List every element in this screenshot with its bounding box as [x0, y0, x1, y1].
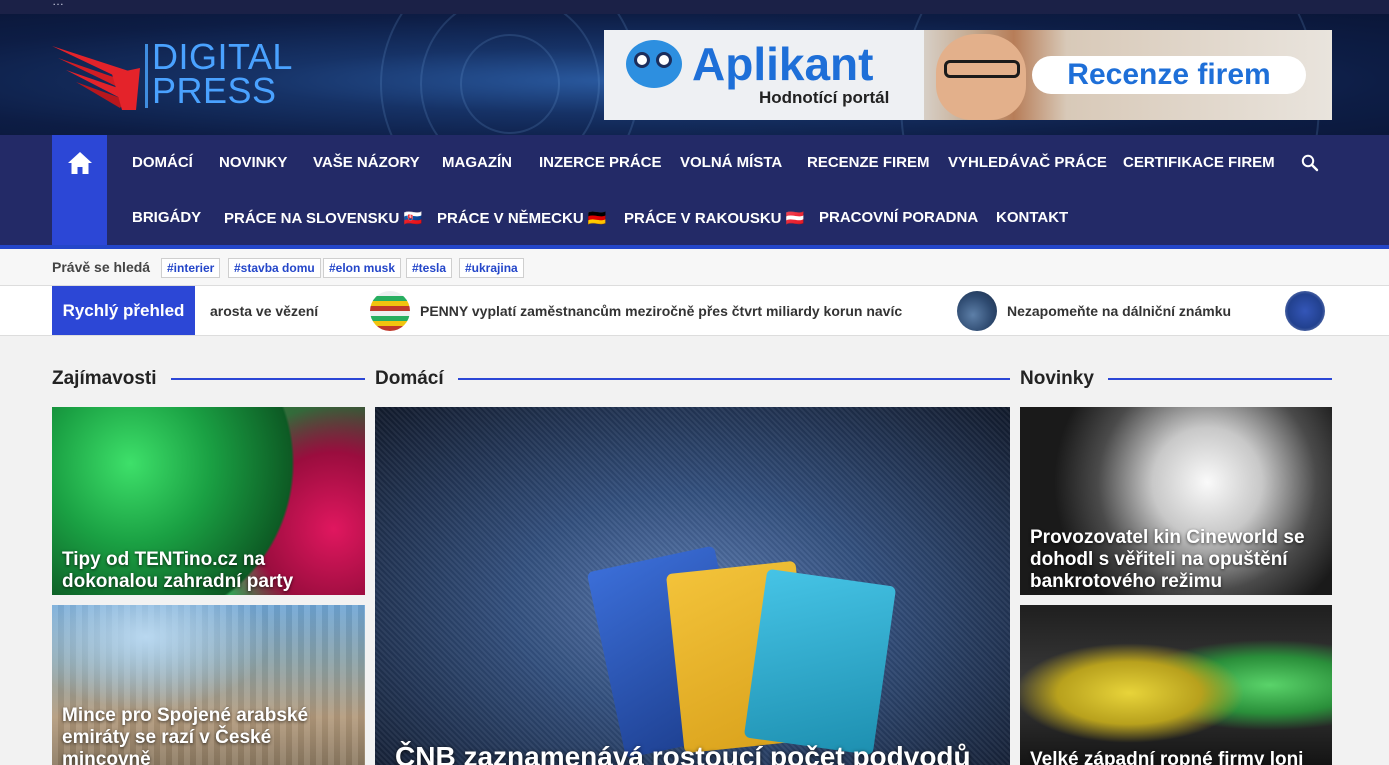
nav-item-vyhledavac-prace[interactable]: VYHLEDÁVAČ PRÁCE [948, 154, 1107, 171]
nav-item-novinky[interactable]: NOVINKY [219, 154, 287, 171]
article-card[interactable]: Velké západní ropné firmy loni [1020, 605, 1332, 765]
trending-tag[interactable]: #tesla [406, 258, 453, 278]
home-button[interactable] [52, 135, 107, 245]
nav-item-pracovni-poradna[interactable]: PRACOVNÍ PORADNA [819, 209, 978, 226]
nav-item-magazin[interactable]: MAGAZÍN [442, 154, 512, 171]
ticker-item[interactable] [1285, 286, 1335, 335]
featured-article-title[interactable]: ČNB zaznamenává rostoucí počet podvodů [395, 741, 990, 765]
nav-item-kontakt[interactable]: KONTAKT [996, 209, 1068, 226]
ticker-thumbnail [370, 291, 410, 331]
nav-item-vase-nazory[interactable]: VAŠE NÁZORY [313, 154, 420, 171]
article-title[interactable]: Provozovatel kin Cineworld se dohodl s v… [1030, 527, 1322, 593]
section-divider [375, 378, 1010, 380]
article-card[interactable]: Tipy od TENTino.cz na dokonalou zahradní… [52, 407, 365, 595]
trending-bar: Právě se hledá #interier #stavba domu #e… [0, 249, 1389, 286]
ticker-item-text: PENNY vyplatí zaměstnancům meziročně pře… [420, 303, 903, 319]
featured-article-card[interactable]: ČNB zaznamenává rostoucí počet podvodů [375, 407, 1010, 765]
trending-tag[interactable]: #interier [161, 258, 221, 278]
nav-item-inzerce-prace[interactable]: INZERCE PRÁCE [539, 154, 662, 171]
article-title[interactable]: Tipy od TENTino.cz na dokonalou zahradní… [62, 549, 355, 593]
trending-tag[interactable]: #stavba domu [228, 258, 321, 278]
ticker-item[interactable]: arosta ve vězení [210, 286, 319, 335]
trending-tag[interactable]: #elon musk [323, 258, 402, 278]
trending-label: Právě se hledá [52, 259, 151, 275]
glasses-shape [944, 60, 1020, 78]
article-title[interactable]: Mince pro Spojené arabské emiráty se raz… [62, 705, 355, 765]
banner-subtitle: Hodnotící portál [759, 88, 890, 107]
article-title[interactable]: Velké západní ropné firmy loni [1030, 749, 1322, 765]
nav-item-prace-na-slovensku[interactable]: PRÁCE NA SLOVENSKU 🇸🇰 [224, 209, 422, 227]
top-bar: … [0, 0, 1389, 14]
section-title-domaci[interactable]: Domácí [375, 368, 458, 390]
banner-brand: Aplikant [692, 38, 874, 90]
article-card[interactable]: Provozovatel kin Cineworld se dohodl s v… [1020, 407, 1332, 595]
home-icon [67, 152, 92, 174]
section-title-novinky[interactable]: Novinky [1020, 368, 1108, 390]
nav-item-prace-v-rakousku[interactable]: PRÁCE V RAKOUSKU 🇦🇹 [624, 209, 804, 227]
search-icon[interactable] [1301, 154, 1319, 172]
ticker-item-text: Nezapomeňte na dálniční známku [1007, 303, 1232, 319]
nav-item-recenze-firem[interactable]: RECENZE FIREM [807, 154, 930, 171]
trending-tag[interactable]: #ukrajina [459, 258, 524, 278]
ticker-item[interactable]: PENNY vyplatí zaměstnancům meziročně pře… [370, 286, 903, 335]
news-ticker: arosta ve vězení PENNY vyplatí zaměstnan… [0, 286, 1389, 336]
logo-text: DIGITAL PRESS [152, 36, 293, 111]
card-photo-shape [743, 568, 897, 756]
ticker-label: Rychlý přehled [52, 286, 195, 335]
nav-item-certifikace-firem[interactable]: CERTIFIKACE FIREM [1123, 154, 1275, 171]
logo-line-1: DIGITAL [152, 36, 293, 77]
nav-item-domaci[interactable]: DOMÁCÍ [132, 154, 193, 171]
nav-item-brigady[interactable]: BRIGÁDY [132, 209, 201, 226]
article-card[interactable]: Mince pro Spojené arabské emiráty se raz… [52, 605, 365, 765]
eu-flag-thumbnail [1285, 291, 1325, 331]
section-title-zajimavosti[interactable]: Zajímavosti [52, 368, 171, 390]
main-nav: DOMÁCÍ NOVINKY VAŠE NÁZORY MAGAZÍN INZER… [0, 135, 1389, 249]
ticker-thumbnail [957, 291, 997, 331]
ticker-item[interactable]: Nezapomeňte na dálniční známku [957, 286, 1232, 335]
nav-item-volna-mista[interactable]: VOLNÁ MÍSTA [680, 154, 782, 171]
site-logo[interactable]: DIGITAL PRESS [52, 36, 312, 114]
logo-line-2: PRESS [152, 70, 277, 111]
banner-cta-button[interactable]: Recenze firem [1032, 56, 1306, 94]
wing-icon [52, 46, 140, 110]
ticker-item-text: arosta ve vězení [210, 303, 319, 319]
owl-icon [626, 40, 682, 88]
nav-item-prace-v-nemecku[interactable]: PRÁCE V NĚMECKU 🇩🇪 [437, 209, 607, 227]
current-date: … [52, 0, 64, 8]
ad-banner[interactable]: Aplikant Hodnotící portál Recenze firem [604, 30, 1332, 120]
site-header: DIGITAL PRESS Aplikant Hodnotící portál … [0, 14, 1389, 135]
